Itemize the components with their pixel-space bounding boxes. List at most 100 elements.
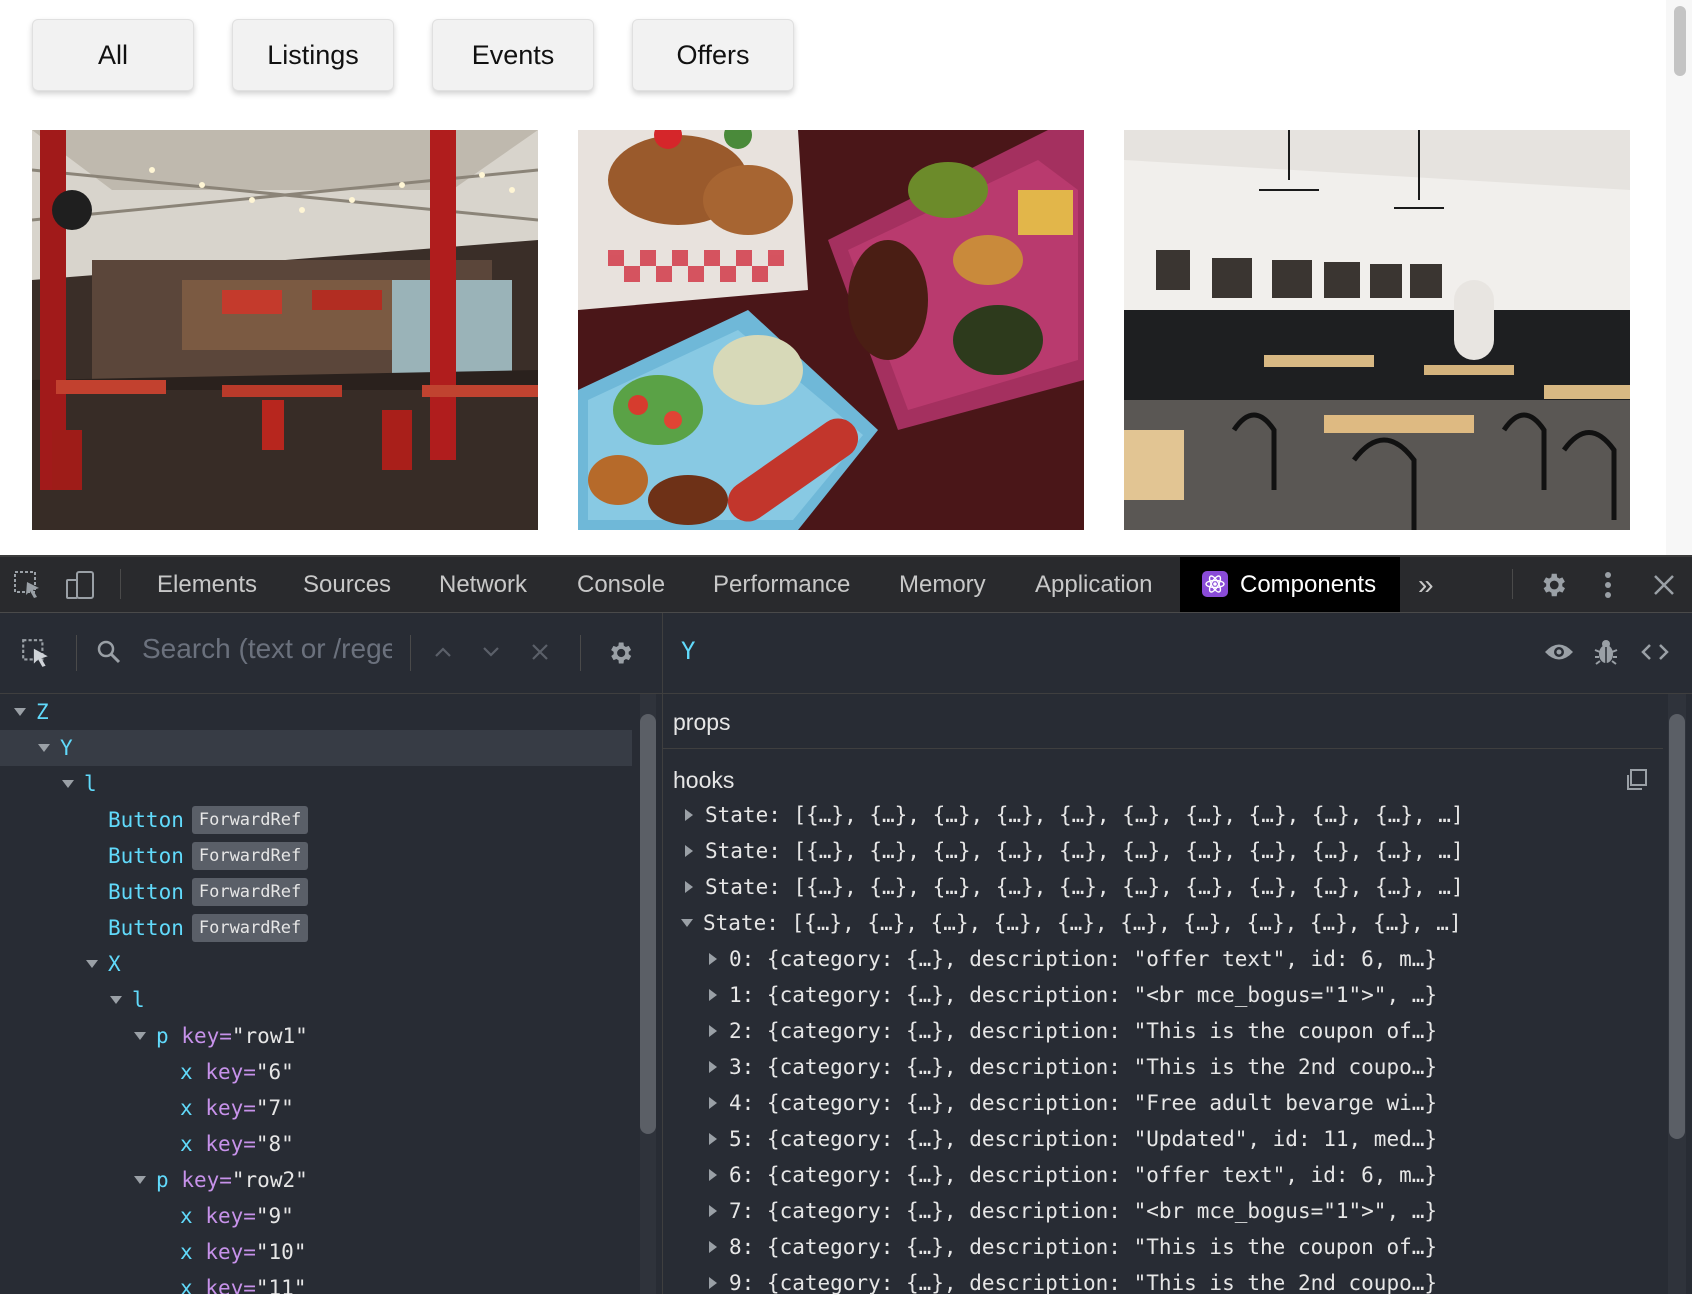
- caret-down-icon[interactable]: [62, 780, 74, 788]
- dining-room-image: [1124, 130, 1630, 530]
- clear-search-icon[interactable]: [527, 639, 553, 665]
- tree-settings-gear-icon[interactable]: [604, 637, 636, 669]
- restaurant-interior-photo[interactable]: [32, 130, 538, 530]
- caret-down-icon[interactable]: [38, 744, 50, 752]
- close-icon[interactable]: [1648, 568, 1680, 602]
- component-name: Button: [108, 880, 184, 904]
- hook-state-row-expanded[interactable]: State: [{…}, {…}, {…}, {…}, {…}, {…}, {……: [663, 905, 1681, 941]
- caret-right-icon[interactable]: [709, 1205, 717, 1217]
- bbq-food-trays-photo[interactable]: [578, 130, 1084, 530]
- state-item-value: 8: {category: {…}, description: "This is…: [729, 1235, 1438, 1259]
- search-input[interactable]: Search (text or /rege: [142, 633, 392, 665]
- state-item-row[interactable]: 3: {category: {…}, description: "This is…: [663, 1049, 1692, 1085]
- filter-all-button[interactable]: All: [32, 19, 194, 91]
- tree-node-button[interactable]: Button ForwardRef: [0, 910, 632, 946]
- caret-right-icon[interactable]: [685, 809, 693, 821]
- tree-node-y[interactable]: Y: [0, 730, 632, 766]
- caret-right-icon[interactable]: [709, 989, 717, 1001]
- caret-right-icon[interactable]: [709, 1097, 717, 1109]
- caret-down-icon[interactable]: [14, 708, 26, 716]
- filter-events-button[interactable]: Events: [432, 19, 594, 91]
- view-source-icon[interactable]: [1638, 637, 1672, 667]
- chevron-down-icon[interactable]: [478, 639, 504, 665]
- tab-network[interactable]: Network: [439, 557, 527, 612]
- filter-offers-button[interactable]: Offers: [632, 19, 794, 91]
- tree-node-l[interactable]: l: [0, 766, 632, 802]
- forwardref-badge: ForwardRef: [191, 842, 309, 870]
- caret-down-icon[interactable]: [86, 960, 98, 968]
- state-item-row[interactable]: 8: {category: {…}, description: "This is…: [663, 1229, 1692, 1265]
- inspector-scrollbar[interactable]: [1668, 694, 1686, 1294]
- component-tree: Z Y l Button ForwardRef Button ForwardRef …: [0, 694, 632, 1294]
- eye-icon[interactable]: [1542, 637, 1576, 667]
- tree-node-x-8[interactable]: x key= "8": [0, 1126, 632, 1162]
- tree-node-button[interactable]: Button ForwardRef: [0, 874, 632, 910]
- tree-node-x-7[interactable]: x key= "7": [0, 1090, 632, 1126]
- state-item-row[interactable]: 2: {category: {…}, description: "This is…: [663, 1013, 1692, 1049]
- tree-scrollbar[interactable]: [640, 694, 656, 1294]
- caret-right-icon[interactable]: [709, 1025, 717, 1037]
- caret-right-icon[interactable]: [709, 1169, 717, 1181]
- select-component-icon[interactable]: [18, 635, 54, 671]
- inspector-scrollbar-thumb[interactable]: [1669, 714, 1685, 1139]
- caret-right-icon[interactable]: [685, 845, 693, 857]
- inspected-element-toolbar: Y: [663, 613, 1692, 694]
- copy-icon[interactable]: [1621, 765, 1651, 795]
- tree-node-x-10[interactable]: x key= "10": [0, 1234, 632, 1270]
- caret-right-icon[interactable]: [685, 881, 693, 893]
- tab-sources[interactable]: Sources: [303, 557, 391, 612]
- inspect-element-icon[interactable]: [12, 569, 44, 601]
- hook-state-row[interactable]: State: [{…}, {…}, {…}, {…}, {…}, {…}, {……: [663, 797, 1685, 833]
- kebab-menu-icon[interactable]: [1596, 568, 1620, 602]
- tree-node-x[interactable]: X: [0, 946, 632, 982]
- state-item-row[interactable]: 4: {category: {…}, description: "Free ad…: [663, 1085, 1692, 1121]
- tab-memory[interactable]: Memory: [899, 557, 986, 612]
- tab-components[interactable]: Components: [1180, 557, 1401, 612]
- state-item-row[interactable]: 9: {category: {…}, description: "This is…: [663, 1265, 1692, 1301]
- hook-state-row[interactable]: State: [{…}, {…}, {…}, {…}, {…}, {…}, {……: [663, 833, 1685, 869]
- device-toolbar-icon[interactable]: [64, 569, 96, 601]
- caret-down-icon[interactable]: [134, 1176, 146, 1184]
- caret-down-icon[interactable]: [681, 919, 693, 927]
- tab-elements[interactable]: Elements: [157, 557, 257, 612]
- filter-listings-button[interactable]: Listings: [232, 19, 394, 91]
- tree-node-l[interactable]: l: [0, 982, 632, 1018]
- tree-scrollbar-thumb[interactable]: [640, 714, 656, 1134]
- state-item-value: 7: {category: {…}, description: "<br mce…: [729, 1199, 1438, 1223]
- dining-room-photo[interactable]: [1124, 130, 1630, 530]
- tab-console[interactable]: Console: [577, 557, 665, 612]
- tree-node-p-row1[interactable]: p key= "row1": [0, 1018, 632, 1054]
- caret-right-icon[interactable]: [709, 1277, 717, 1289]
- state-item-row[interactable]: 6: {category: {…}, description: "offer t…: [663, 1157, 1692, 1193]
- tree-node-p-row2[interactable]: p key= "row2": [0, 1162, 632, 1198]
- state-item-row[interactable]: 7: {category: {…}, description: "<br mce…: [663, 1193, 1692, 1229]
- caret-down-icon[interactable]: [134, 1032, 146, 1040]
- chevron-up-icon[interactable]: [430, 639, 456, 665]
- tree-node-z[interactable]: Z: [0, 694, 632, 730]
- tree-node-button[interactable]: Button ForwardRef: [0, 802, 632, 838]
- hook-state-value: State: [{…}, {…}, {…}, {…}, {…}, {…}, {……: [705, 839, 1464, 863]
- gear-icon[interactable]: [1536, 568, 1570, 602]
- bug-icon[interactable]: [1591, 637, 1621, 667]
- caret-right-icon[interactable]: [709, 1241, 717, 1253]
- tree-node-button[interactable]: Button ForwardRef: [0, 838, 632, 874]
- state-item-row[interactable]: 0: {category: {…}, description: "offer t…: [663, 941, 1692, 977]
- web-page: All Listings Events Offers: [0, 0, 1692, 555]
- component-tree-toolbar: Search (text or /rege: [0, 613, 662, 694]
- hook-state-row[interactable]: State: [{…}, {…}, {…}, {…}, {…}, {…}, {……: [663, 869, 1685, 905]
- caret-right-icon[interactable]: [709, 1061, 717, 1073]
- state-item-row[interactable]: 1: {category: {…}, description: "<br mce…: [663, 977, 1692, 1013]
- state-item-value: 6: {category: {…}, description: "offer t…: [729, 1163, 1438, 1187]
- tree-node-x-6[interactable]: x key= "6": [0, 1054, 632, 1090]
- caret-right-icon[interactable]: [709, 1133, 717, 1145]
- tree-node-x-11[interactable]: x key= "11": [0, 1270, 632, 1294]
- state-item-row[interactable]: 5: {category: {…}, description: "Updated…: [663, 1121, 1692, 1157]
- page-scrollbar[interactable]: [1666, 0, 1692, 555]
- tab-performance[interactable]: Performance: [713, 557, 850, 612]
- caret-right-icon[interactable]: [709, 953, 717, 965]
- page-scrollbar-thumb[interactable]: [1674, 6, 1686, 76]
- tree-node-x-9[interactable]: x key= "9": [0, 1198, 632, 1234]
- more-tabs-button[interactable]: »: [1418, 557, 1434, 612]
- caret-down-icon[interactable]: [110, 996, 122, 1004]
- tab-application[interactable]: Application: [1035, 557, 1152, 612]
